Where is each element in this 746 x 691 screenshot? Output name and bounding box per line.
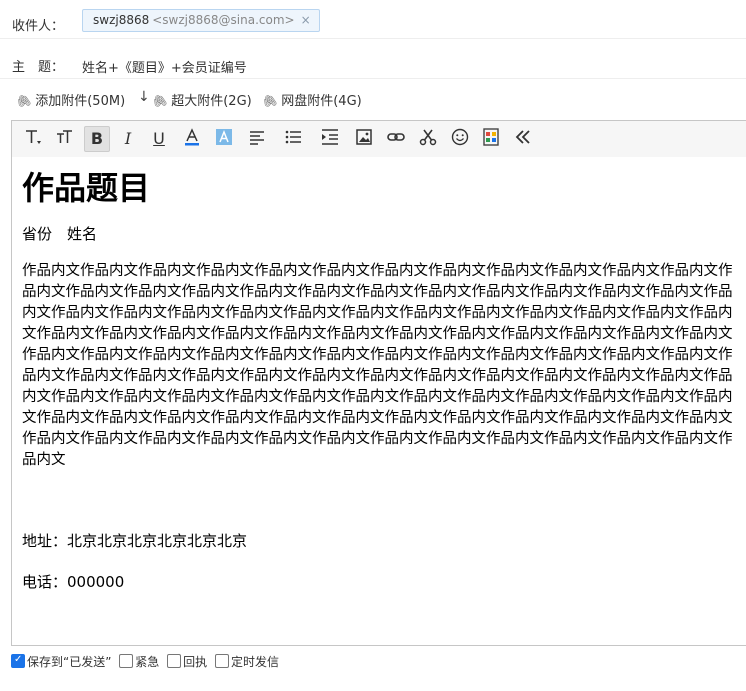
disk-attachment-button[interactable]: 🖇 网盘附件(4G) [260, 90, 362, 111]
editor-toolbar: B I U [12, 121, 746, 157]
highlight-color-icon[interactable] [212, 127, 236, 151]
receipt-checkbox[interactable] [167, 654, 182, 668]
large-attachment-label: 超大附件(2G) [171, 94, 252, 109]
paperclip-icon: 🖇 [150, 91, 170, 111]
paperclip-icon: 🖇 [14, 91, 34, 111]
subject-row[interactable]: 主 题： 姓名+《题目》+会员证编号 [0, 38, 746, 79]
address-line: 地址：北京北京北京北京北京北京 [22, 532, 248, 550]
emoji-icon[interactable] [448, 127, 472, 151]
list-icon[interactable] [281, 127, 305, 151]
subject-label: 主 题： [12, 60, 65, 75]
editor-content[interactable]: 作品题目 省份 姓名 作品内文作品内文作品内文作品内文作品内文作品内文作品内文作… [22, 165, 737, 592]
disk-attachment-label: 网盘附件(4G) [281, 94, 362, 109]
recipient-chip-email: <swzj8868@sina.com> [152, 13, 295, 27]
attachment-bar: 🖇 添加附件(50M) ↓ 🖇 超大附件(2G) 🖇 网盘附件(4G) [0, 78, 746, 120]
save-sent-checkbox[interactable] [11, 654, 25, 668]
save-sent-label: 保存到“已发送” [27, 655, 112, 669]
indent-icon[interactable] [318, 127, 342, 151]
recipient-row: 收件人： swzj8868 <swzj8868@sina.com> × [0, 0, 746, 39]
urgent-checkbox[interactable] [119, 654, 134, 668]
send-options: 保存到“已发送” 紧急 回执 定时发信 [11, 653, 283, 670]
italic-button[interactable]: I [116, 127, 140, 151]
recipient-label: 收件人： [12, 19, 65, 34]
attachment-dropdown-icon[interactable]: ↓ [138, 89, 150, 105]
urgent-option[interactable]: 紧急 [119, 654, 160, 669]
underline-button[interactable]: U [147, 127, 171, 151]
add-attachment-button[interactable]: 🖇 添加附件(50M) [14, 90, 126, 111]
link-icon[interactable] [384, 127, 408, 151]
phone-line: 电话：000000 [22, 573, 125, 591]
image-icon[interactable] [352, 127, 376, 151]
message-editor[interactable]: B I U 作品题目 省份 姓名 作品内文作品内文作品内文作品内文作品内文作品内… [11, 120, 746, 646]
remove-recipient-icon[interactable]: × [301, 13, 311, 27]
subject-field[interactable]: 姓名+《题目》+会员证编号 [82, 57, 247, 76]
save-sent-option[interactable]: 保存到“已发送” [11, 654, 112, 669]
urgent-label: 紧急 [135, 655, 160, 669]
text-color-icon[interactable] [180, 127, 204, 151]
scheduled-checkbox[interactable] [214, 654, 229, 668]
author-line: 省份 姓名 [22, 225, 98, 243]
template-icon[interactable] [479, 127, 503, 151]
paperclip-icon: 🖇 [260, 91, 280, 111]
scheduled-option[interactable]: 定时发信 [214, 654, 279, 669]
receipt-option[interactable]: 回执 [167, 654, 208, 669]
align-icon[interactable] [245, 127, 269, 151]
recipient-chip[interactable]: swzj8868 <swzj8868@sina.com> × [82, 9, 320, 32]
large-attachment-button[interactable]: 🖇 超大附件(2G) [150, 90, 252, 111]
double-chevron-left-icon[interactable] [511, 127, 535, 151]
scissors-icon[interactable] [416, 127, 440, 151]
bold-button[interactable]: B [84, 126, 110, 152]
body-text: 作品内文作品内文作品内文作品内文作品内文作品内文作品内文作品内文作品内文作品内文… [22, 263, 733, 468]
receipt-label: 回执 [183, 655, 208, 669]
work-title-heading: 作品题目 [22, 169, 151, 207]
font-size-icon[interactable] [53, 127, 77, 151]
add-attachment-label: 添加附件(50M) [35, 94, 126, 109]
recipient-chip-name: swzj8868 [93, 13, 150, 27]
scheduled-label: 定时发信 [230, 655, 279, 669]
font-family-icon[interactable] [21, 127, 45, 151]
